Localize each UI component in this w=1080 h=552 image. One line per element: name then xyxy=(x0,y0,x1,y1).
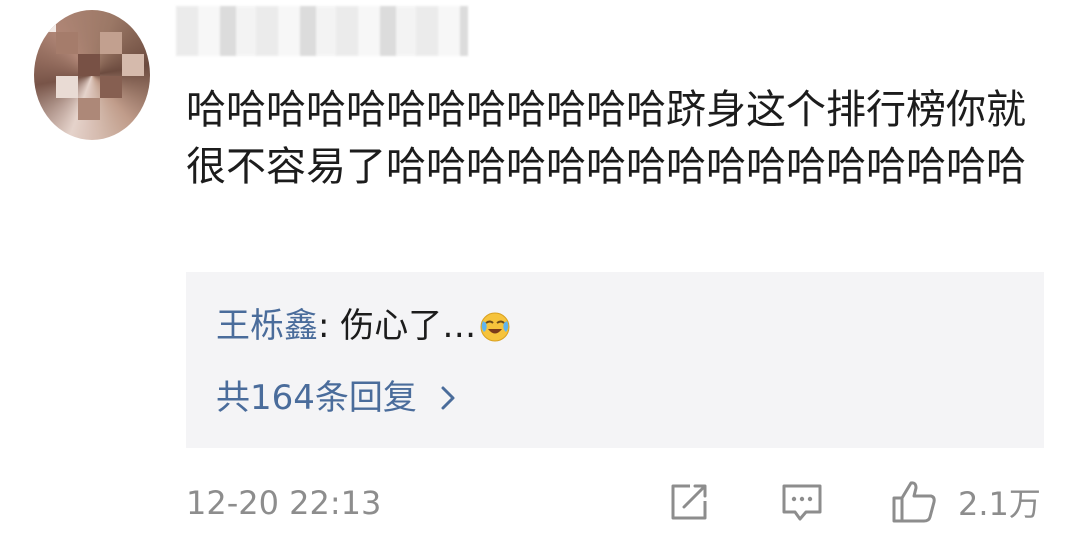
reply-author[interactable]: 王栎鑫 xyxy=(216,306,318,346)
comment-text: 哈哈哈哈哈哈哈哈哈哈哈哈跻身这个排行榜你就很不容易了哈哈哈哈哈哈哈哈哈哈哈哈哈哈… xyxy=(186,87,1026,190)
chevron-right-icon xyxy=(435,378,461,410)
avatar-pixel xyxy=(78,54,100,76)
timestamp: 12-20 22:13 xyxy=(186,484,382,522)
avatar-pixel xyxy=(100,76,122,98)
avatar-pixel xyxy=(34,10,56,32)
avatar-pixel xyxy=(100,32,122,54)
comment-footer: 12-20 22:13 2.1万 xyxy=(186,476,1056,528)
comment-icon xyxy=(780,480,824,524)
like-button[interactable]: 2.1万 xyxy=(890,476,1041,528)
view-all-replies-link[interactable]: 共164条回复 xyxy=(216,376,461,420)
avatar-pixel xyxy=(78,98,100,120)
share-button[interactable] xyxy=(668,476,710,528)
avatar-pixel xyxy=(122,54,144,76)
reply-count-label: 共164条回复 xyxy=(216,378,417,418)
reply-preview-box[interactable]: 王栎鑫: 伤心了… 共164条回复 xyxy=(186,272,1044,448)
avatar-pixel xyxy=(56,76,78,98)
reply-text: 伤心了… xyxy=(340,306,477,346)
crying-laughing-emoji-icon xyxy=(478,309,512,343)
like-count: 2.1万 xyxy=(958,485,1041,523)
reply-preview-line: 王栎鑫: 伤心了… xyxy=(216,304,512,348)
avatar[interactable] xyxy=(34,10,150,140)
reply-separator: : xyxy=(318,306,341,346)
avatar-pixel xyxy=(56,32,78,54)
share-icon xyxy=(668,481,710,523)
thumbs-up-icon xyxy=(890,479,938,525)
comment-card: 哈哈哈哈哈哈哈哈哈哈哈哈跻身这个排行榜你就很不容易了哈哈哈哈哈哈哈哈哈哈哈哈哈哈… xyxy=(0,0,1080,552)
comment-button[interactable] xyxy=(780,476,824,528)
username-blurred[interactable] xyxy=(176,6,468,56)
